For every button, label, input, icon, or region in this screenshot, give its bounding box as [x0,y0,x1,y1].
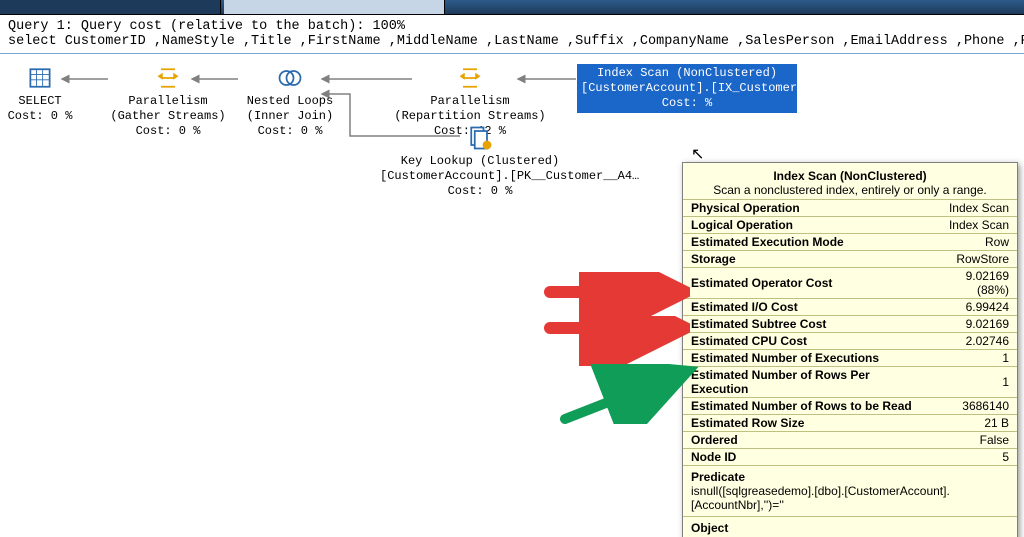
tooltip-row-value: 1 [924,350,1017,367]
cursor-icon: ↖ [691,144,704,164]
tooltip-row-value: 2.02746 [924,333,1017,350]
query-cost-header: Query 1: Query cost (relative to the bat… [8,19,405,34]
tooltip-row-value: RowStore [924,251,1017,268]
annotation-red-arrow-2 [540,316,690,366]
tooltip-row-value: Row [924,234,1017,251]
tooltip-row: Estimated Subtree Cost9.02169 [683,316,1017,333]
tooltip-row: Estimated Number of Rows to be Read36861… [683,398,1017,415]
tooltip-row-value: 5 [924,449,1017,466]
tooltip-row-key: Logical Operation [683,217,924,234]
tooltip-row-key: Estimated Operator Cost [683,268,924,299]
nested-loops-icon [210,64,370,92]
tooltip-row-key: Estimated Row Size [683,415,924,432]
tab-strip [0,0,1024,15]
tooltip-row-key: Storage [683,251,924,268]
annotation-red-arrow-1 [540,272,690,322]
tooltip-row: OrderedFalse [683,432,1017,449]
select-icon [0,64,90,92]
op-key-lookup[interactable]: Key Lookup (Clustered) [CustomerAccount]… [380,124,580,199]
tooltip-row-key: Physical Operation [683,200,924,217]
tab-2-active[interactable] [224,0,445,14]
key-lookup-icon [380,124,580,152]
tooltip-row: Estimated I/O Cost6.99424 [683,299,1017,316]
op-select-cost: Cost: 0 % [0,109,90,124]
tooltip-row-key: Estimated CPU Cost [683,333,924,350]
tooltip-row-key: Estimated Subtree Cost [683,316,924,333]
tooltip-properties-table: Physical OperationIndex ScanLogical Oper… [683,199,1017,465]
tooltip-title: Index Scan (NonClustered) [691,169,1009,183]
op-select-label: SELECT [0,94,90,109]
tooltip-row: StorageRowStore [683,251,1017,268]
tooltip-row-key: Node ID [683,449,924,466]
tooltip-row: Logical OperationIndex Scan [683,217,1017,234]
tooltip-row-value: 9.02169 [924,316,1017,333]
op-index-scan-selected[interactable]: Index Scan (NonClustered) [CustomerAccou… [577,64,797,113]
query-sql: select CustomerID ,NameStyle ,Title ,Fir… [8,34,1024,49]
tooltip-row: Estimated Row Size21 B [683,415,1017,432]
tooltip-subtitle: Scan a nonclustered index, entirely or o… [691,183,1009,197]
tooltip-row-value: 6.99424 [924,299,1017,316]
tooltip-row-value: False [924,432,1017,449]
tooltip-row-value: Index Scan [924,217,1017,234]
tooltip-row: Physical OperationIndex Scan [683,200,1017,217]
op-select[interactable]: SELECT Cost: 0 % [0,64,90,124]
tooltip-row: Node ID5 [683,449,1017,466]
tooltip-row-key: Estimated Number of Rows to be Read [683,398,924,415]
execution-plan-canvas[interactable]: SELECT Cost: 0 % Parallelism (Gather Str… [0,54,1024,537]
op-nested-loops[interactable]: Nested Loops (Inner Join) Cost: 0 % [210,64,370,139]
operator-tooltip: Index Scan (NonClustered) Scan a nonclus… [682,162,1018,537]
tooltip-predicate: Predicate isnull([sqlgreasedemo].[dbo].[… [683,465,1017,516]
tooltip-row: Estimated Operator Cost9.02169 (88%) [683,268,1017,299]
tooltip-row-value: 3686140 [924,398,1017,415]
query-header-block: Query 1: Query cost (relative to the bat… [0,15,1024,54]
tooltip-row-key: Ordered [683,432,924,449]
tooltip-row-key: Estimated I/O Cost [683,299,924,316]
parallelism-icon-2 [390,64,550,92]
tooltip-row-key: Estimated Number of Rows Per Execution [683,367,924,398]
annotation-green-arrow [560,364,700,424]
tooltip-row-value: Index Scan [924,200,1017,217]
tooltip-row-key: Estimated Execution Mode [683,234,924,251]
tooltip-row-key: Estimated Number of Executions [683,350,924,367]
tooltip-row: Estimated Execution ModeRow [683,234,1017,251]
tooltip-object: Object [sqlgreasedemo].[dbo].[CustomerAc… [683,516,1017,537]
tooltip-row: Estimated CPU Cost2.02746 [683,333,1017,350]
tooltip-row: Estimated Number of Rows Per Execution1 [683,367,1017,398]
tooltip-row-value: 1 [924,367,1017,398]
tooltip-row-value: 21 B [924,415,1017,432]
tooltip-row: Estimated Number of Executions1 [683,350,1017,367]
tab-1[interactable] [0,0,221,14]
tooltip-row-value: 9.02169 (88%) [924,268,1017,299]
